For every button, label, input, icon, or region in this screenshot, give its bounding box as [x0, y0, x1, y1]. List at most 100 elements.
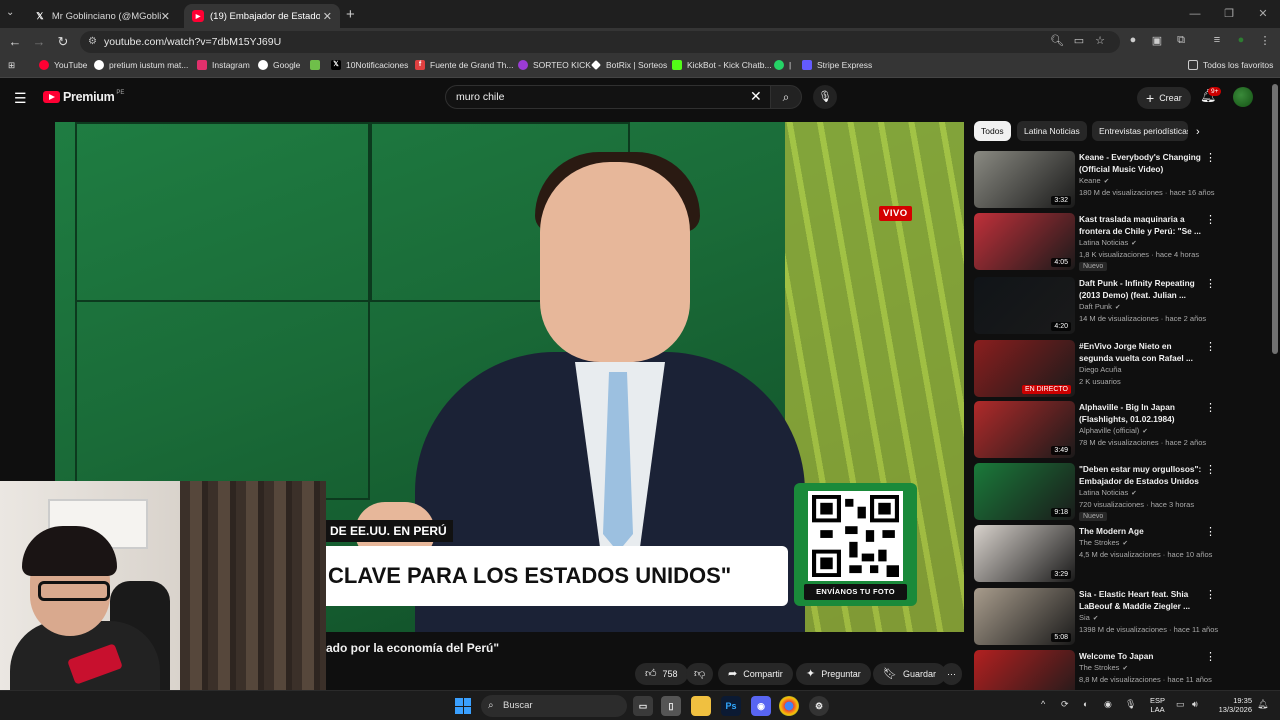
tab-twitter[interactable]: 𝕏 Mr Goblinciano (@MGoblinciano) ✕	[26, 4, 178, 28]
notifications-icon[interactable]: 🔔︎	[1257, 699, 1268, 710]
more-options-icon[interactable]: ⋮	[1205, 277, 1216, 290]
create-button[interactable]: + Crear	[1137, 87, 1191, 109]
puzzle-icon[interactable]: ⧉	[1173, 34, 1189, 47]
video-title[interactable]: Sia - Elastic Heart feat. Shia LaBeouf &…	[1079, 589, 1204, 612]
cast-icon[interactable]: ▭	[1071, 34, 1087, 47]
save-button[interactable]: 🔖︎ Guardar	[873, 663, 946, 685]
search-input[interactable]: muro chile	[445, 85, 771, 109]
taskbar-search[interactable]: ⌕ Buscar	[481, 695, 627, 717]
more-options-icon[interactable]: ⋮	[1205, 525, 1216, 538]
bookmark-star-icon[interactable]: ☆	[1092, 34, 1108, 47]
more-options-icon[interactable]: ⋮	[1205, 650, 1216, 663]
bookmark-botrix[interactable]: BotRix | Sorteos	[591, 60, 667, 70]
chip-latina-noticias[interactable]: Latina Noticias	[1017, 121, 1087, 141]
recommended-video[interactable]: 4:05 Kast traslada maquinaria a frontera …	[974, 213, 1224, 271]
extension-icon[interactable]: ▣	[1149, 34, 1165, 47]
channel-name[interactable]: Latina Noticias ✔	[1079, 488, 1137, 497]
more-options-icon[interactable]: ⋮	[1205, 151, 1216, 164]
tray-chevron-icon[interactable]: ^	[1041, 699, 1045, 709]
chip-entrevistas[interactable]: Entrevistas periodísticas	[1092, 121, 1188, 141]
recommended-video[interactable]: 9:18 "Deben estar muy orgullosos": Embaja…	[974, 463, 1224, 521]
recommended-video[interactable]: 5:08 Sia - Elastic Heart feat. Shia LaBeo…	[974, 588, 1224, 646]
channel-name[interactable]: Alphaville (official) ✔	[1079, 426, 1148, 435]
channel-name[interactable]: Daft Punk ✔	[1079, 302, 1120, 311]
video-title[interactable]: #EnVivo Jorge Nieto en segunda vuelta co…	[1079, 341, 1204, 364]
video-thumbnail[interactable]	[974, 650, 1075, 690]
file-explorer-icon[interactable]	[691, 696, 711, 716]
bookmark-10notificaciones[interactable]: 𝕏 10Notificaciones	[331, 60, 408, 70]
tab-search-icon[interactable]: ⌄	[6, 7, 14, 18]
tab-youtube-active[interactable]: ▶ (19) Embajador de Estados Unidos ✕	[184, 4, 340, 28]
more-options-icon[interactable]: ⋮	[1205, 401, 1216, 414]
more-options-icon[interactable]: ⋮	[1205, 213, 1216, 226]
all-favorites-folder[interactable]: Todos los favoritos	[1188, 60, 1273, 70]
video-title[interactable]: Keane - Everybody's Changing (Official M…	[1079, 152, 1204, 175]
url-field[interactable]: ⚙ youtube.com/watch?v=7dbM15YJ69U	[80, 31, 1120, 53]
video-title[interactable]: The Modern Age	[1079, 526, 1204, 538]
forward-icon[interactable]: →	[30, 33, 48, 51]
recommended-video[interactable]: 4:20 Daft Punk - Infinity Repeating (2013…	[974, 277, 1224, 335]
bookmark-stripe[interactable]: Stripe Express	[802, 60, 872, 70]
more-options-icon[interactable]: ⋮	[1205, 588, 1216, 601]
discord-icon[interactable]: ◉	[751, 696, 771, 716]
profile-avatar[interactable]: ●	[1233, 34, 1249, 46]
task-view-icon[interactable]: ▭	[633, 696, 653, 716]
video-thumbnail[interactable]: 4:20	[974, 277, 1075, 334]
photoshop-icon[interactable]: Ps	[721, 696, 741, 716]
channel-name[interactable]: Diego Acuña	[1079, 365, 1122, 374]
app-icon[interactable]: ▯	[661, 696, 681, 716]
close-tab-icon[interactable]: ✕	[323, 10, 332, 23]
more-actions-button[interactable]: ⋯	[941, 663, 962, 685]
video-title[interactable]: "Deben estar muy orgullosos": Embajador …	[1079, 464, 1204, 487]
recommended-video[interactable]: Welcome To Japan The Strokes ✔ 8,8 M de vis…	[974, 650, 1224, 690]
more-options-icon[interactable]: ⋮	[1205, 463, 1216, 476]
bookmark-instagram[interactable]: Instagram	[197, 60, 250, 70]
share-button[interactable]: ➦ Compartir	[718, 663, 793, 685]
tray-app-icon[interactable]: ⟳	[1061, 699, 1069, 710]
account-avatar[interactable]	[1233, 87, 1253, 107]
video-thumbnail[interactable]: 5:08	[974, 588, 1075, 645]
reading-list-icon[interactable]: ≡	[1209, 34, 1225, 46]
video-thumbnail[interactable]: 3:29	[974, 525, 1075, 582]
reload-icon[interactable]: ↻	[54, 33, 72, 51]
video-title[interactable]: Welcome To Japan	[1079, 651, 1204, 663]
channel-name[interactable]: The Strokes ✔	[1079, 538, 1128, 547]
back-icon[interactable]: ←	[6, 33, 24, 51]
video-title[interactable]: Kast traslada maquinaria a frontera de C…	[1079, 214, 1204, 237]
close-tab-icon[interactable]: ✕	[161, 10, 170, 23]
windows-start-icon[interactable]	[455, 698, 471, 714]
bookmark-kickbot[interactable]: KickBot - Kick Chatb...	[672, 60, 772, 70]
channel-name[interactable]: Sia ✔	[1079, 613, 1098, 622]
bookmark-whatsapp[interactable]: |	[774, 60, 791, 70]
channel-name[interactable]: Latina Noticias ✔	[1079, 238, 1137, 247]
channel-name[interactable]: The Strokes ✔	[1079, 663, 1128, 672]
chevron-right-icon[interactable]: ›	[1196, 126, 1200, 138]
bookmark-gta[interactable]: f Fuente de Grand Th...	[415, 60, 513, 70]
extension-icon[interactable]: ●	[1125, 34, 1141, 46]
bookmark-sorteo-kick[interactable]: SORTEO KICK	[518, 60, 591, 70]
video-thumbnail[interactable]: EN DIRECTO	[974, 340, 1075, 397]
recommended-video[interactable]: EN DIRECTO #EnVivo Jorge Nieto en segunda…	[974, 340, 1224, 398]
search-button[interactable]: ⌕	[770, 85, 802, 109]
youtube-premium-logo[interactable]: Premium PE	[43, 90, 124, 104]
tray-microphone-icon[interactable]: 🎙︎	[1125, 699, 1136, 710]
voice-search-button[interactable]: 🎙︎	[813, 85, 837, 109]
video-thumbnail[interactable]: 4:05	[974, 213, 1075, 270]
ask-button[interactable]: ✦ Preguntar	[796, 663, 871, 685]
video-thumbnail[interactable]: 9:18	[974, 463, 1075, 520]
menu-dots-icon[interactable]: ⋮	[1257, 34, 1273, 47]
video-title[interactable]: Daft Punk - Infinity Repeating (2013 Dem…	[1079, 278, 1204, 301]
recommended-video[interactable]: 3:49 Alphaville - Big In Japan (Flashligh…	[974, 401, 1224, 459]
zoom-icon[interactable]: 🔍︎	[1049, 34, 1065, 47]
clear-search-icon[interactable]: ✕	[750, 88, 762, 105]
recommended-video[interactable]: 3:32 Keane - Everybody's Changing (Offici…	[974, 151, 1224, 209]
volume-icon[interactable]: 🔊︎	[1192, 699, 1198, 710]
bookmark-youtube[interactable]: YouTube	[39, 60, 87, 70]
chrome-icon[interactable]	[779, 696, 799, 716]
bookmark-google[interactable]: Google	[258, 60, 300, 70]
like-button[interactable]: 👍︎ 758	[635, 663, 688, 685]
apps-grid-icon[interactable]: ⊞	[8, 60, 15, 71]
video-title[interactable]: Alphaville - Big In Japan (Flashlights, …	[1079, 402, 1204, 425]
bookmark-pinwheel[interactable]	[310, 60, 325, 70]
app-icon[interactable]: ⚙	[809, 696, 829, 716]
